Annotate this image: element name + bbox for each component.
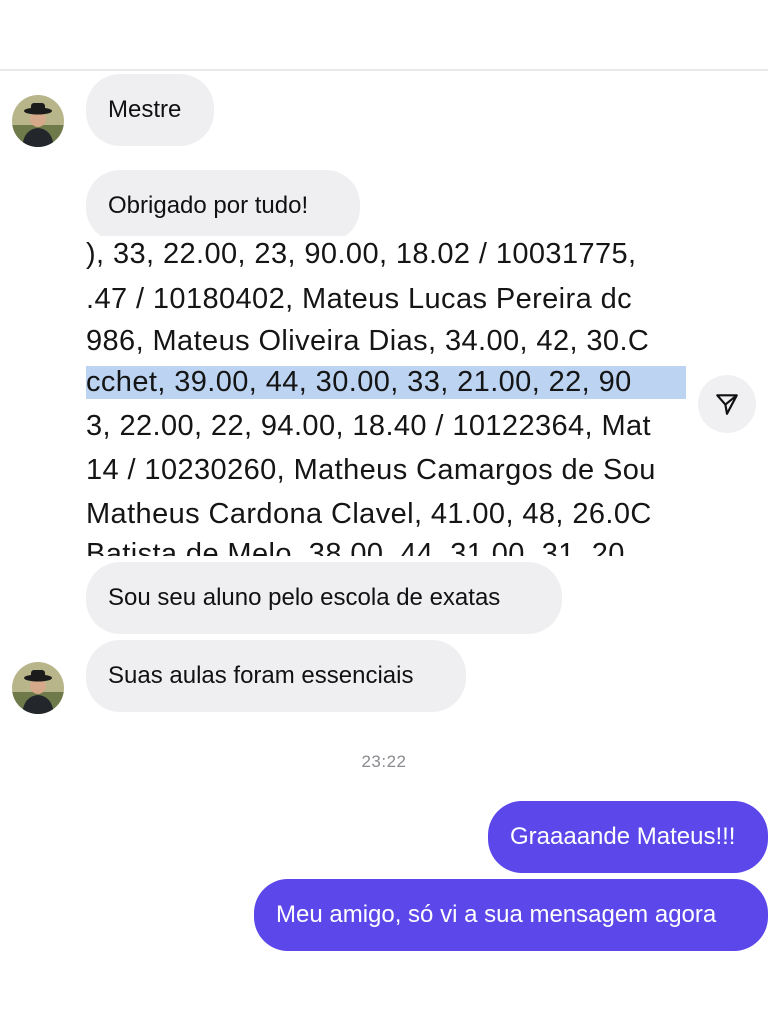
avatar[interactable] (12, 662, 64, 714)
attachment-highlighted-line: cchet, 39.00, 44, 30.00, 33, 21.00, 22, … (86, 366, 686, 399)
avatar-image (12, 662, 64, 714)
message-text: Suas aulas foram essenciais (108, 662, 414, 689)
attachment-text-line: ), 33, 22.00, 23, 90.00, 18.02 / 1003177… (86, 238, 637, 270)
avatar-image (12, 95, 64, 147)
avatar[interactable] (12, 95, 64, 147)
message-text: Mestre (108, 96, 182, 123)
attachment-text-line: Matheus Cardona Clavel, 41.00, 48, 26.0C (86, 498, 652, 530)
attachment-text-line: 986, Mateus Oliveira Dias, 34.00, 42, 30… (86, 325, 650, 357)
message-bubble-incoming[interactable]: Mestre (86, 74, 214, 146)
message-bubble-incoming[interactable]: Obrigado por tudo! (86, 170, 360, 242)
image-attachment[interactable]: ), 33, 22.00, 23, 90.00, 18.02 / 1003177… (86, 236, 686, 556)
message-text: Sou seu aluno pelo escola de exatas (108, 584, 501, 611)
message-timestamp: 23:22 (361, 752, 407, 771)
message-bubble-outgoing[interactable]: Meu amigo, só vi a sua mensagem agora (254, 879, 768, 951)
share-button[interactable] (698, 375, 756, 433)
message-text: Obrigado por tudo! (108, 192, 309, 219)
send-icon (716, 394, 738, 415)
attachment-text-line: 3, 22.00, 22, 94.00, 18.40 / 10122364, M… (86, 410, 652, 442)
attachment-text-line: .47 / 10180402, Mateus Lucas Pereira dc (86, 283, 632, 315)
message-text: Meu amigo, só vi a sua mensagem agora (276, 901, 717, 928)
message-bubble-incoming[interactable]: Sou seu aluno pelo escola de exatas (86, 562, 562, 634)
message-text: Graaaande Mateus!!! (510, 823, 736, 850)
header-divider (0, 69, 768, 71)
attachment-text-line: Batista de Melo, 38.00, 44, 31.00, 31, 2… (86, 538, 625, 556)
message-bubble-incoming[interactable]: Suas aulas foram essenciais (86, 640, 466, 712)
attachment-text-line: 14 / 10230260, Matheus Camargos de Sou (86, 454, 656, 486)
message-bubble-outgoing[interactable]: Graaaande Mateus!!! (488, 801, 768, 873)
